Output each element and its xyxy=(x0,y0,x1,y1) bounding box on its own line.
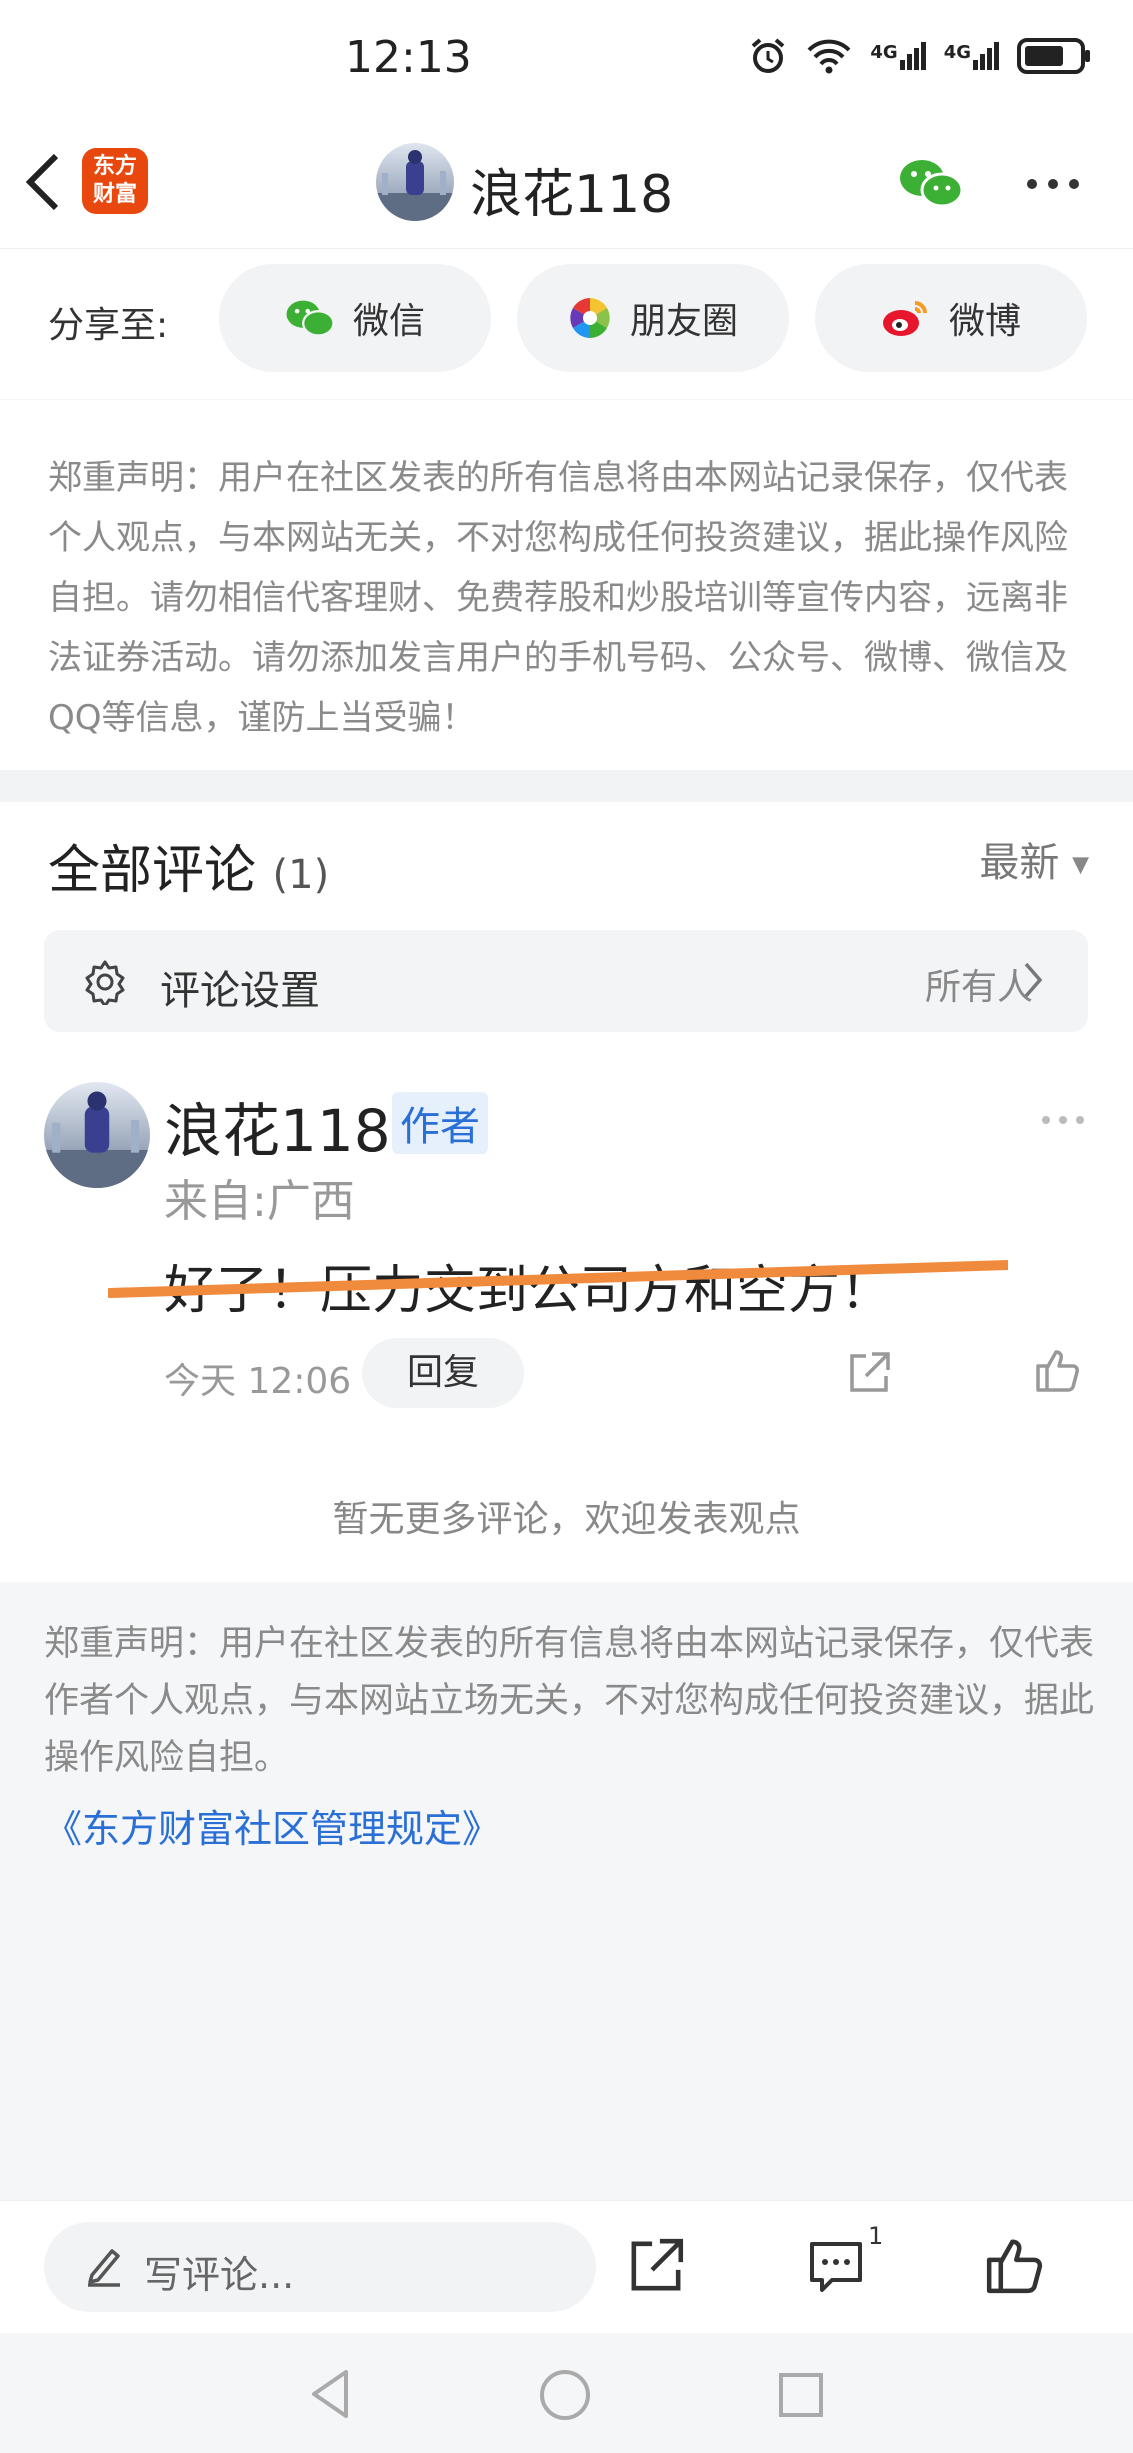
status-icons: 4G 4G xyxy=(748,36,1093,76)
comment-icon[interactable] xyxy=(806,2236,866,2296)
share-moments-button[interactable]: 朋友圈 xyxy=(517,264,789,372)
app-logo: 东方 财富 xyxy=(82,148,148,214)
signal-4g-icon: 4G xyxy=(870,42,926,70)
wechat-icon[interactable] xyxy=(898,156,964,210)
more-icon[interactable] xyxy=(1024,176,1082,192)
avatar[interactable] xyxy=(44,1082,150,1188)
comment-time: 今天 12:06 xyxy=(164,1361,352,1402)
wechat-icon xyxy=(286,300,335,337)
comment-settings-value: 所有人 xyxy=(924,967,1033,1008)
battery-icon xyxy=(1017,38,1090,74)
comment-author-name[interactable]: 浪花118 xyxy=(164,1084,391,1168)
share-wechat-button[interactable]: 微信 xyxy=(219,264,491,372)
no-more-comments: 暂无更多评论，欢迎发表观点 xyxy=(332,1499,801,1540)
disclaimer-bottom: 郑重声明：用户在社区发表的所有信息将由本网站记录保存，仅代表作者个人观点，与本网… xyxy=(44,1624,1095,1778)
sort-dropdown[interactable]: 最新 ▼ xyxy=(979,830,1089,888)
back-icon[interactable] xyxy=(24,152,64,212)
recents-nav-icon[interactable] xyxy=(778,2372,824,2418)
comment-placeholder: 写评论... xyxy=(144,2253,295,2297)
reply-button[interactable]: 回复 xyxy=(362,1338,524,1408)
comments-count: (1) xyxy=(272,852,330,898)
weibo-icon xyxy=(882,301,927,336)
avatar[interactable] xyxy=(376,143,454,221)
more-icon[interactable] xyxy=(1040,1114,1086,1126)
pencil-icon xyxy=(88,2249,120,2287)
comments-title: 全部评论 (1) xyxy=(48,841,330,901)
wifi-icon xyxy=(807,39,851,74)
disclaimer-top: 郑重声明：用户在社区发表的所有信息将由本网站记录保存，仅代表个人观点，与本网站无… xyxy=(0,400,1133,770)
page-title: 浪花118 xyxy=(470,165,674,225)
like-icon[interactable] xyxy=(984,2234,1046,2296)
author-badge: 作者 xyxy=(392,1092,488,1154)
comment-count-badge: 1 xyxy=(868,2222,884,2250)
gear-icon xyxy=(85,960,125,1005)
share-icon[interactable] xyxy=(846,1350,892,1396)
caret-down-icon: ▼ xyxy=(1072,852,1089,878)
share-weibo-button[interactable]: 微博 xyxy=(815,264,1087,372)
moments-icon xyxy=(570,298,610,338)
chevron-right-icon xyxy=(1024,962,1043,998)
home-nav-icon[interactable] xyxy=(538,2368,592,2422)
share-label: 分享至: xyxy=(48,305,169,346)
back-nav-icon[interactable] xyxy=(308,2368,352,2420)
alarm-icon xyxy=(752,38,785,73)
comment-input[interactable] xyxy=(44,2222,596,2312)
divider xyxy=(0,770,1133,802)
status-time: 12:13 xyxy=(345,32,472,83)
signal-4g-icon: 4G xyxy=(944,42,999,70)
community-rules-link[interactable]: 《东方财富社区管理规定》 xyxy=(44,1798,500,1853)
strike-annotation xyxy=(108,1260,1008,1298)
comment-location: 来自:广西 xyxy=(164,1176,355,1227)
share-icon[interactable] xyxy=(626,2236,686,2296)
comment-settings-label: 评论设置 xyxy=(160,968,320,1014)
like-icon[interactable] xyxy=(1034,1346,1082,1394)
